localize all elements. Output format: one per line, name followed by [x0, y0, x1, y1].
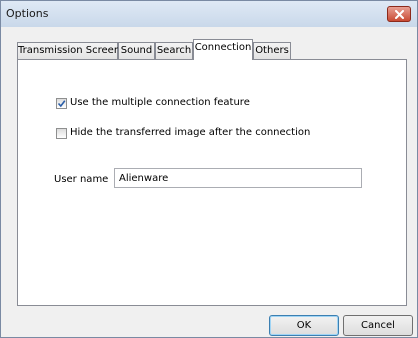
close-button[interactable] [387, 6, 411, 22]
hide-transferred-label[interactable]: Hide the transferred image after the con… [70, 127, 310, 138]
hide-transferred-checkbox[interactable] [56, 128, 67, 139]
title-bar[interactable]: Options [1, 1, 417, 27]
tab-sound[interactable]: Sound [118, 42, 155, 59]
connection-panel: Use the multiple connection feature Hide… [17, 59, 407, 306]
tab-search[interactable]: Search [155, 42, 193, 59]
tab-transmission-screen[interactable]: Transmission Screen [17, 42, 120, 59]
close-icon [395, 10, 404, 19]
window-title: Options [6, 7, 49, 20]
checkmark-icon [57, 100, 66, 108]
tab-connection[interactable]: Connection [193, 39, 253, 60]
ok-button[interactable]: OK [269, 315, 339, 336]
multiple-connection-checkbox[interactable] [56, 98, 67, 109]
multiple-connection-label[interactable]: Use the multiple connection feature [70, 97, 250, 108]
user-name-label: User name [54, 174, 109, 185]
tab-others[interactable]: Others [253, 42, 291, 59]
cancel-button[interactable]: Cancel [343, 315, 413, 336]
user-name-input[interactable] [114, 168, 362, 188]
options-dialog: Options Transmission Screen Sound Search… [0, 0, 418, 338]
